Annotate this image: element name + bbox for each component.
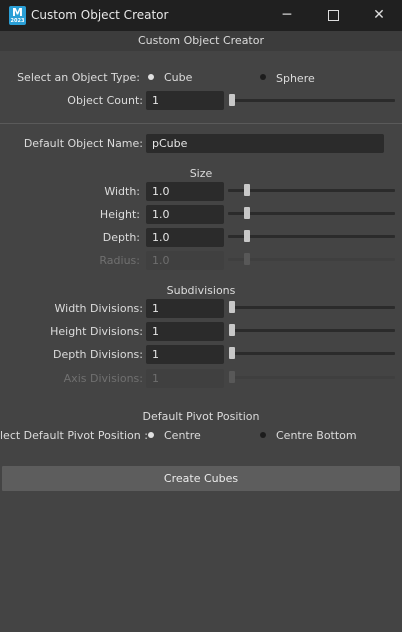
object-count-slider-handle[interactable]	[229, 94, 235, 106]
radius-slider-track	[228, 258, 395, 261]
width-slider-track[interactable]	[228, 189, 395, 192]
width-field[interactable]: 1.0	[146, 182, 224, 201]
height-divisions-slider-handle[interactable]	[229, 324, 235, 336]
width-divisions-field[interactable]: 1	[146, 299, 224, 318]
separator	[0, 123, 402, 124]
depth-divisions-field[interactable]: 1	[146, 345, 224, 364]
radio-centre-bottom-label[interactable]: Centre Bottom	[276, 429, 357, 442]
subdivisions-title: Subdivisions	[166, 284, 236, 297]
window-title: Custom Object Creator	[31, 8, 169, 22]
height-slider-track[interactable]	[228, 212, 395, 215]
width-divisions-slider-handle[interactable]	[229, 301, 235, 313]
radio-centre-bottom[interactable]	[260, 432, 266, 438]
height-field[interactable]: 1.0	[146, 205, 224, 224]
object-count-slider-track[interactable]	[230, 99, 395, 102]
object-count-label: Object Count:	[67, 94, 143, 107]
radio-cube-label[interactable]: Cube	[164, 71, 192, 84]
size-title: Size	[189, 167, 213, 180]
depth-divisions-label: Depth Divisions:	[52, 348, 143, 361]
width-divisions-slider-track[interactable]	[230, 306, 395, 309]
width-label: Width:	[104, 185, 140, 198]
axis-divisions-field: 1	[146, 369, 224, 388]
depth-divisions-slider-track[interactable]	[230, 352, 395, 355]
depth-field[interactable]: 1.0	[146, 228, 224, 247]
radio-sphere[interactable]	[260, 74, 266, 80]
radio-centre[interactable]	[148, 432, 154, 438]
window-titlebar: M 2023 Custom Object Creator ─ ✕	[0, 0, 402, 31]
width-divisions-label: Width Divisions:	[54, 302, 143, 315]
maximize-icon	[327, 9, 339, 21]
close-icon: ✕	[373, 7, 385, 23]
app-icon-version: 2023	[10, 18, 25, 24]
pivot-title: Default Pivot Position	[142, 410, 260, 423]
radius-slider-handle	[244, 253, 250, 265]
maximize-button[interactable]	[310, 0, 356, 31]
maya-app-icon: M 2023	[9, 6, 26, 25]
height-divisions-slider-track[interactable]	[230, 329, 395, 332]
height-divisions-label: Height Divisions:	[50, 325, 143, 338]
panel-header: Custom Object Creator	[0, 31, 402, 51]
depth-slider-handle[interactable]	[244, 230, 250, 242]
radio-cube[interactable]	[148, 74, 154, 80]
radio-sphere-label[interactable]: Sphere	[276, 72, 315, 85]
depth-slider-track[interactable]	[228, 235, 395, 238]
width-slider-handle[interactable]	[244, 184, 250, 196]
pivot-label: lect Default Pivot Position :	[0, 429, 148, 442]
minimize-icon: ─	[282, 7, 292, 23]
axis-divisions-slider-track	[230, 376, 395, 379]
depth-label: Depth:	[102, 231, 140, 244]
object-count-field[interactable]: 1	[146, 91, 224, 110]
close-button[interactable]: ✕	[356, 0, 402, 31]
object-type-label: Select an Object Type:	[17, 71, 140, 84]
radio-centre-label[interactable]: Centre	[164, 429, 201, 442]
create-cubes-button[interactable]: Create Cubes	[2, 466, 400, 491]
default-name-label: Default Object Name:	[23, 137, 143, 150]
radius-field: 1.0	[146, 251, 224, 270]
axis-divisions-label: Axis Divisions:	[63, 372, 143, 385]
default-name-field[interactable]: pCube	[146, 134, 384, 153]
height-slider-handle[interactable]	[244, 207, 250, 219]
minimize-button[interactable]: ─	[264, 0, 310, 31]
height-label: Height:	[99, 208, 140, 221]
radius-label: Radius:	[99, 254, 140, 267]
depth-divisions-slider-handle[interactable]	[229, 347, 235, 359]
axis-divisions-slider-handle	[229, 371, 235, 383]
height-divisions-field[interactable]: 1	[146, 322, 224, 341]
